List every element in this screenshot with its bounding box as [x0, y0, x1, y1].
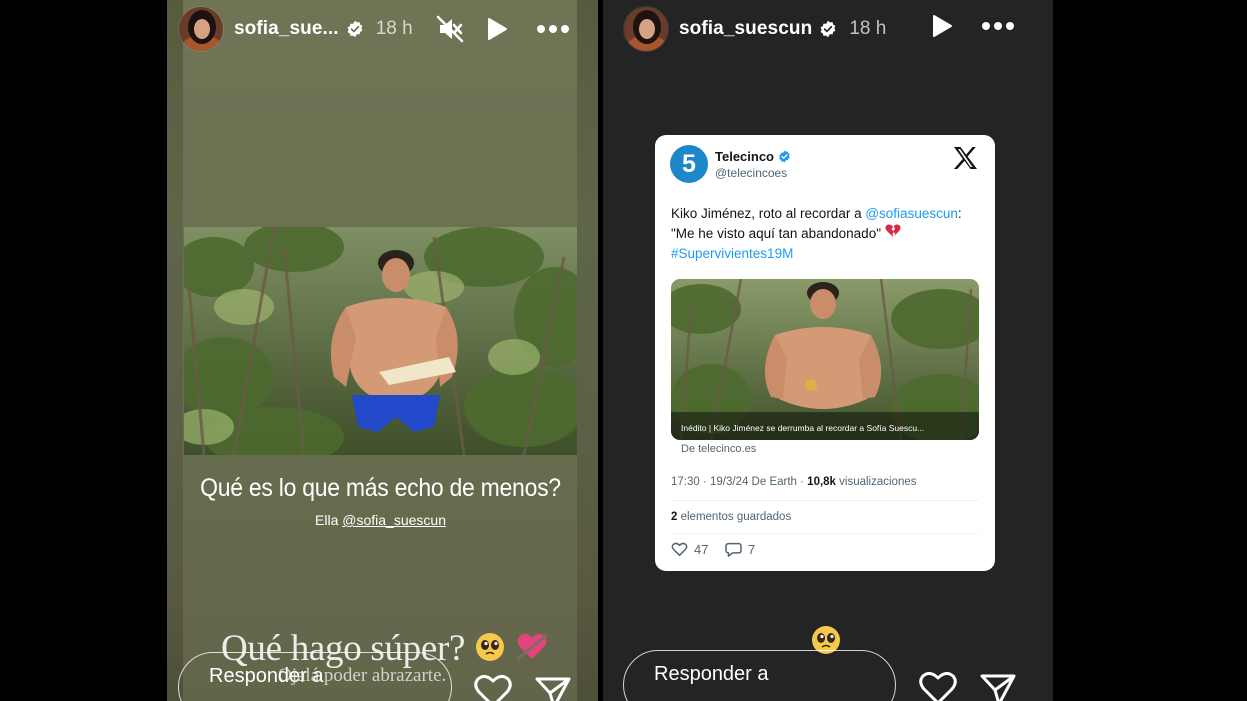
- tweet-text-1: Kiko Jiménez, roto al recordar a: [671, 206, 866, 221]
- telecinco-logo-text: 5: [682, 149, 696, 178]
- telecinco-logo-icon: 5: [670, 145, 708, 183]
- link-source[interactable]: De telecinco.es: [681, 443, 756, 455]
- reply-input[interactable]: Responder a: [178, 652, 452, 701]
- divider: [671, 500, 979, 501]
- reply-count: 7: [748, 542, 756, 557]
- divider: [671, 533, 979, 534]
- story-header: sofia_sue... 18 h: [167, 0, 598, 58]
- tweet-hashtag-link[interactable]: #Supervivientes19M: [671, 246, 793, 261]
- tweet-meta-views-label: visualizaciones: [835, 476, 917, 488]
- like-heart-icon[interactable]: [918, 670, 958, 701]
- x-logo-icon: [952, 146, 978, 175]
- like-heart-icon[interactable]: [473, 673, 513, 701]
- send-icon[interactable]: [534, 675, 572, 701]
- story-question: Qué es lo que más echo de menos?: [200, 474, 561, 502]
- tweet-text-2: :: [957, 206, 962, 221]
- tweet-saved-label: elementos guardados: [677, 511, 792, 523]
- tweet-saved: 2 elementos guardados: [671, 511, 791, 523]
- more-options-icon[interactable]: [536, 20, 570, 38]
- reply-placeholder: Responder a: [654, 663, 769, 685]
- like-heart-icon: [671, 542, 688, 557]
- avatar[interactable]: [623, 6, 669, 52]
- tweet-meta-time: 17:30 · 19/3/24 De Earth ·: [671, 476, 808, 488]
- story-right[interactable]: sofia_suescun 18 h 5 Telecinco @telecinc…: [603, 0, 1053, 701]
- story-left[interactable]: sofia_sue... 18 h Qué es lo que más echo…: [167, 0, 598, 701]
- reply-input[interactable]: Responder a: [623, 650, 896, 701]
- heart-arrow-icon: [515, 630, 549, 673]
- more-options-icon[interactable]: [981, 17, 1015, 35]
- broken-heart-icon: [885, 224, 901, 244]
- tweet-card[interactable]: 5 Telecinco @telecincoes Kiko Jiménez, r…: [655, 135, 995, 571]
- like-count: 47: [694, 542, 709, 557]
- tweet-reply-action[interactable]: 7: [725, 542, 755, 557]
- pleading-face-icon: [474, 630, 506, 673]
- tweet-meta: 17:30 · 19/3/24 De Earth · 10,8k visuali…: [671, 476, 917, 488]
- reply-bubble-icon: [725, 542, 742, 557]
- mention-link[interactable]: @sofia_suescun: [342, 512, 446, 528]
- tweet-author-name-label: Telecinco: [715, 149, 775, 164]
- send-icon[interactable]: [979, 672, 1017, 701]
- verified-badge-icon: [346, 20, 364, 38]
- tweet-author-handle: @telecincoes: [715, 166, 788, 180]
- tweet-like-action[interactable]: 47: [671, 542, 708, 557]
- verified-badge-icon: [778, 150, 791, 163]
- tweet-text: Kiko Jiménez, roto al recordar a @sofias…: [671, 204, 983, 264]
- tweet-text-line2: "Me he visto aquí tan abandonado": [671, 226, 881, 241]
- post-time: 18 h: [849, 18, 887, 39]
- username[interactable]: sofia_suescun: [679, 18, 812, 40]
- tweet-meta-views: 10,8k: [807, 476, 836, 488]
- username[interactable]: sofia_sue...: [234, 18, 339, 40]
- post-time: 18 h: [375, 18, 413, 39]
- tweet-media[interactable]: Inédito | Kiko Jiménez se derrumba al re…: [671, 279, 979, 440]
- story-photo: [184, 227, 577, 455]
- play-icon[interactable]: [485, 16, 509, 42]
- mention-line: Ella @sofia_suescun: [184, 512, 577, 528]
- muted-speaker-icon[interactable]: [435, 14, 465, 44]
- play-icon[interactable]: [930, 13, 954, 39]
- tweet-author-name: Telecinco: [715, 149, 791, 164]
- verified-badge-icon: [819, 20, 837, 38]
- tweet-mention-link[interactable]: @sofiasuescun: [865, 206, 958, 221]
- reply-placeholder: Responder a: [209, 665, 324, 687]
- avatar[interactable]: [178, 6, 224, 52]
- mention-prefix: Ella: [315, 512, 339, 528]
- media-caption: Inédito | Kiko Jiménez se derrumba al re…: [681, 423, 925, 433]
